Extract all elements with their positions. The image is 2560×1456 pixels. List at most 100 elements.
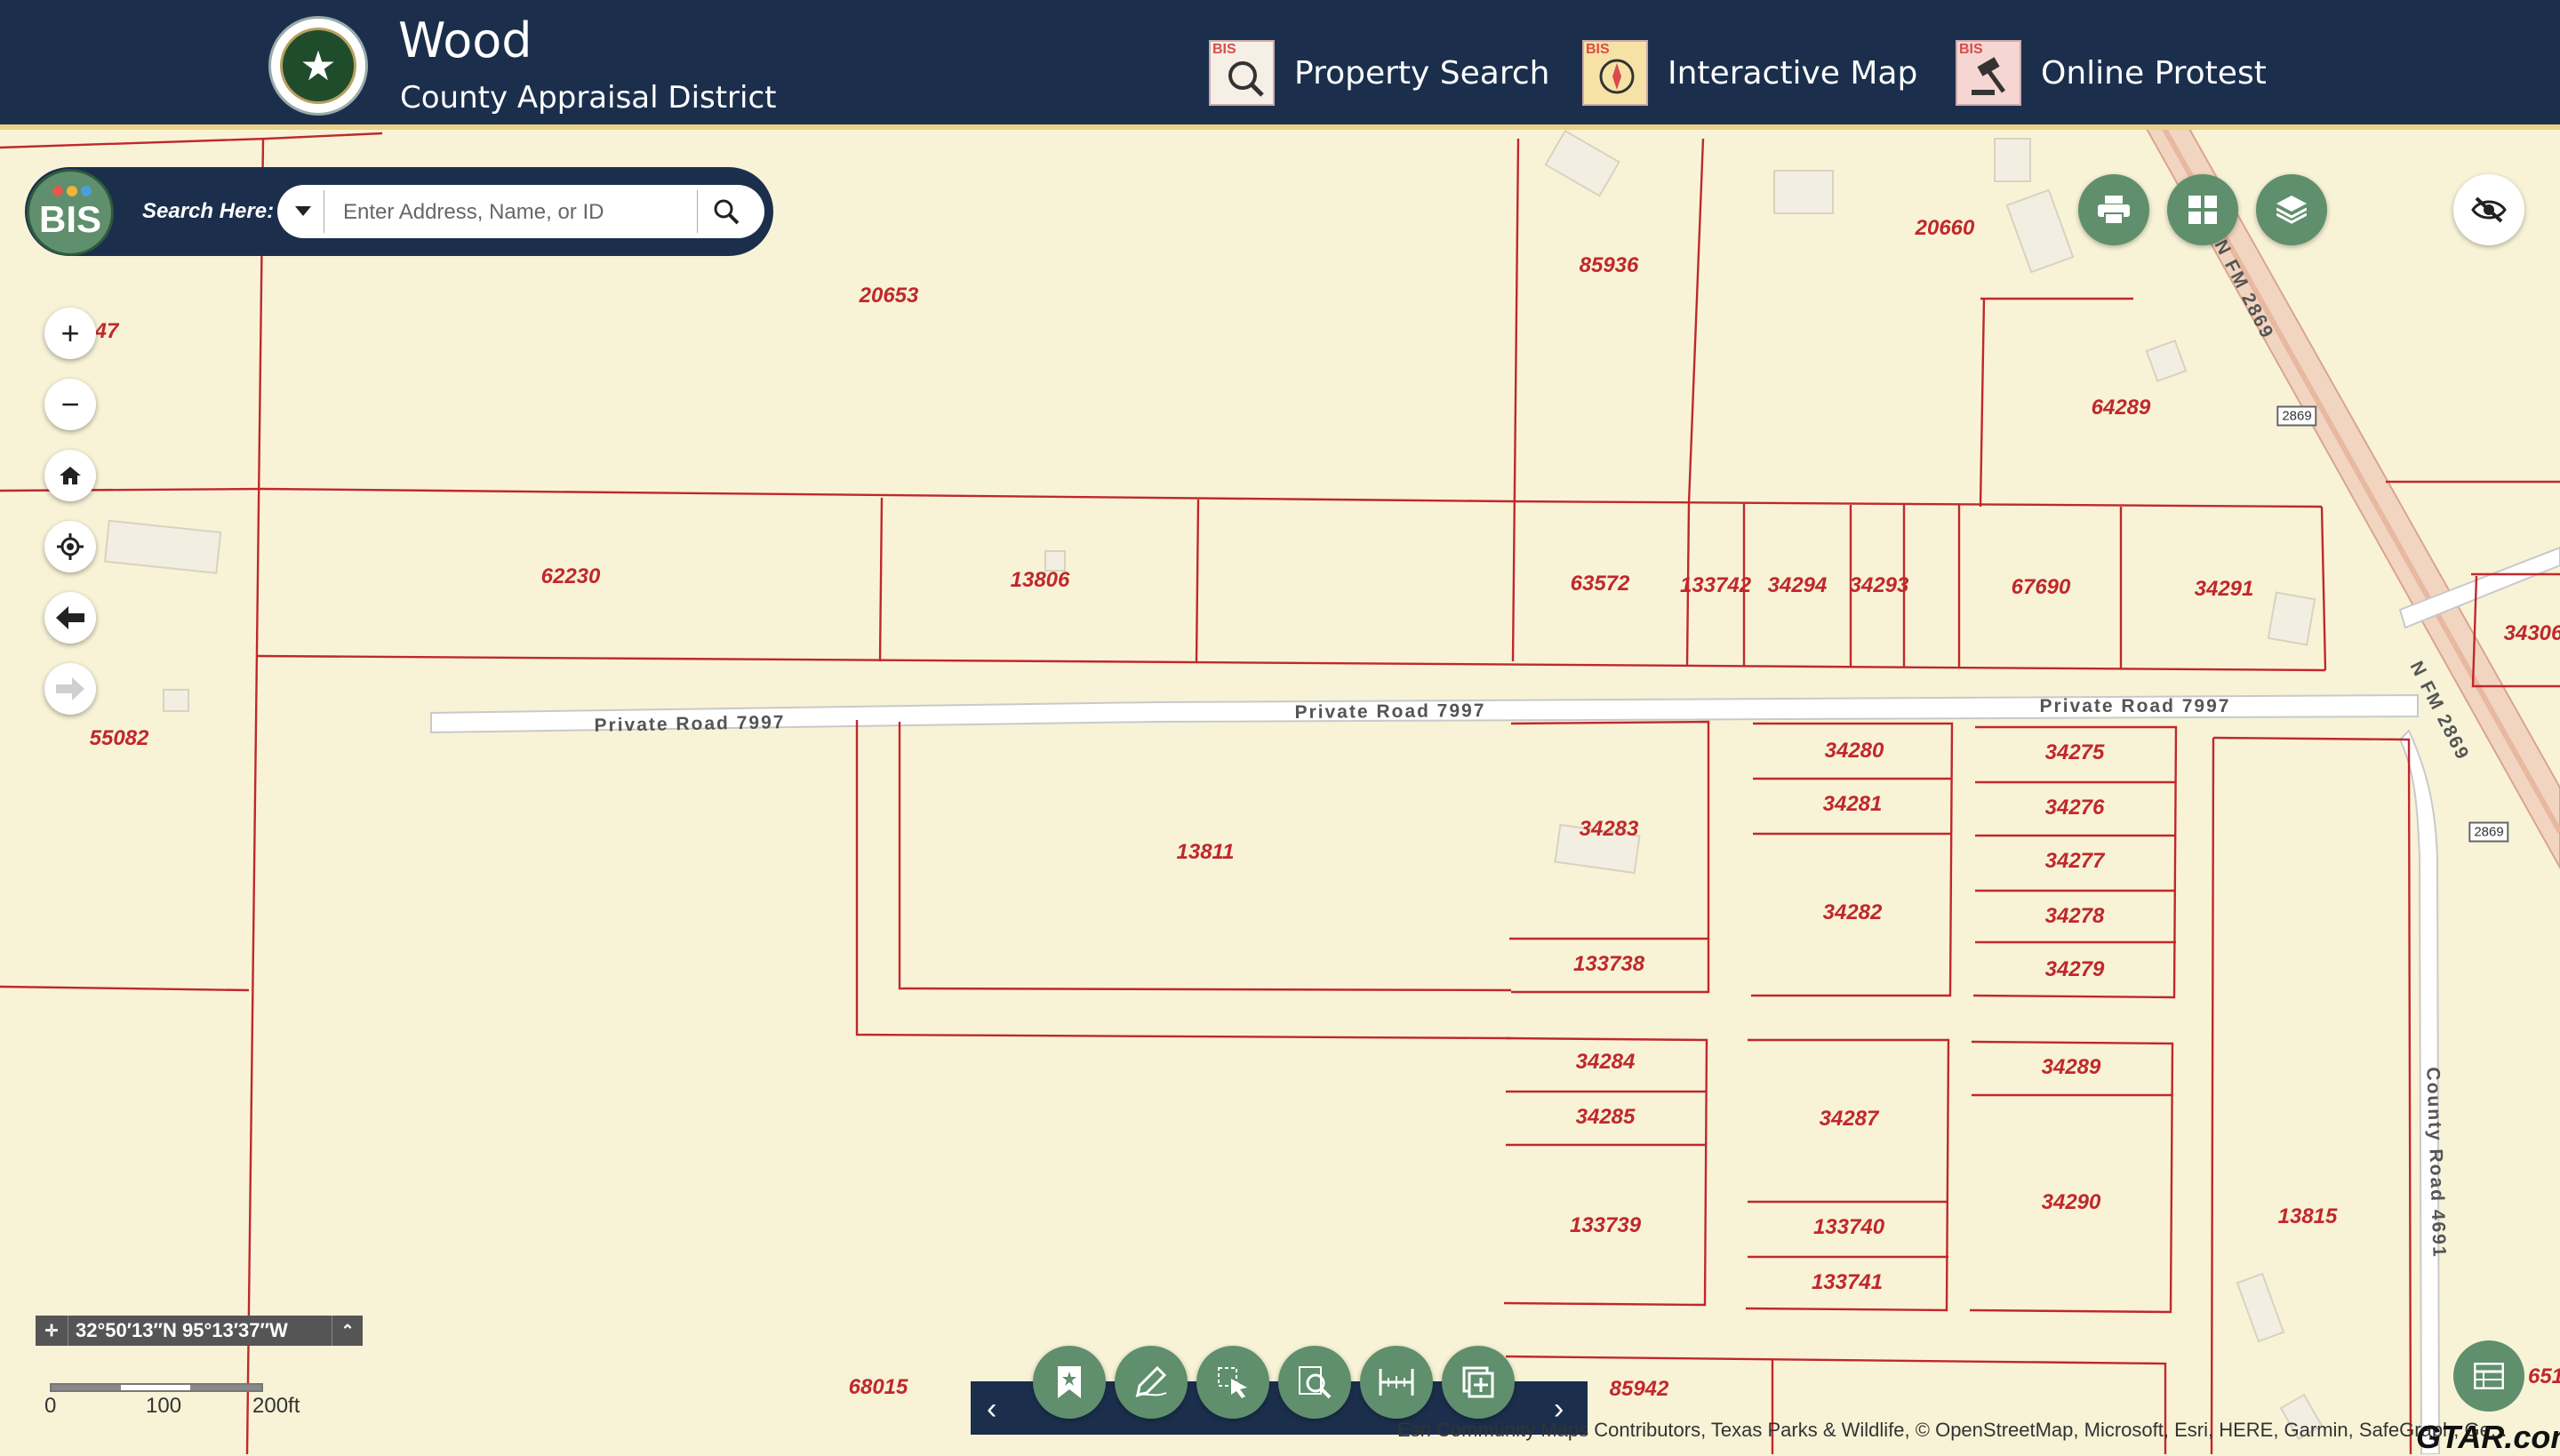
gavel-icon: BIS — [1956, 40, 2021, 106]
county-subtitle: County Appraisal District — [400, 80, 777, 116]
scale-label: 0 — [44, 1394, 57, 1418]
nav-interactive-map[interactable]: BIS Interactive Map — [1582, 39, 1917, 107]
search-button[interactable] — [697, 190, 755, 233]
parcel-label[interactable]: 34275 — [2045, 740, 2105, 765]
compass-icon: BIS — [1582, 40, 1648, 106]
chevron-up-icon[interactable]: ⌃ — [332, 1316, 363, 1346]
home-button[interactable] — [44, 450, 96, 501]
map-attribution: Esri Community Maps Contributors, Texas … — [1397, 1419, 2508, 1441]
next-extent-button[interactable] — [44, 663, 96, 715]
parcel-label[interactable]: 20660 — [1916, 216, 1975, 241]
identify-button[interactable] — [1278, 1346, 1351, 1419]
zoom-out-button[interactable]: − — [44, 379, 96, 430]
parcel-label[interactable]: 13806 — [1011, 568, 1070, 593]
hide-eye-icon — [2471, 196, 2507, 223]
nav-label: Interactive Map — [1668, 54, 1918, 92]
parcel-label[interactable]: 34294 — [1768, 573, 1828, 598]
parcel-label[interactable]: 85942 — [1610, 1377, 1669, 1402]
parcel-label[interactable]: 133742 — [1680, 573, 1751, 598]
parcel-label[interactable]: 20653 — [860, 284, 919, 308]
add-data-button[interactable] — [1442, 1346, 1515, 1419]
parcel-label[interactable]: 13811 — [1177, 840, 1235, 865]
parcel-label[interactable]: 34291 — [2195, 577, 2254, 602]
select-icon — [1218, 1367, 1247, 1398]
chevron-left-icon[interactable]: ‹ — [987, 1392, 996, 1427]
nav-label: Online Protest — [2041, 54, 2267, 92]
parcel-label[interactable]: 133738 — [1573, 952, 1644, 977]
chevron-down-icon — [295, 206, 311, 216]
texas-seal-icon[interactable]: ★ — [268, 16, 368, 116]
parcel-label[interactable]: 34282 — [1823, 900, 1883, 925]
basemap-grid-icon — [2188, 196, 2217, 224]
watermark: GTAR.com — [2416, 1419, 2560, 1455]
parcel-label[interactable]: 34276 — [2045, 796, 2105, 820]
zoom-in-icon: + — [60, 315, 80, 351]
parcel-label[interactable]: 67690 — [2012, 575, 2071, 600]
parcel-label[interactable]: 651 — [2528, 1364, 2560, 1389]
parcel-label[interactable]: 55082 — [90, 726, 149, 751]
parcel-label[interactable]: 133739 — [1570, 1213, 1641, 1238]
parcel-label[interactable]: 34306 — [2504, 621, 2560, 646]
parcel-label[interactable]: 34289 — [2042, 1055, 2101, 1080]
parcel-label[interactable]: 133741 — [1812, 1270, 1883, 1295]
draw-button[interactable] — [1115, 1346, 1188, 1419]
map-canvas[interactable]: 47 20653 85936 20660 64289 62230 13806 6… — [0, 130, 2560, 1454]
highway-shield: 2869 — [2276, 405, 2317, 427]
previous-extent-button[interactable] — [44, 592, 96, 644]
scale-bar — [50, 1383, 263, 1392]
toggle-ui-button[interactable] — [2453, 174, 2524, 245]
layers-icon — [2276, 196, 2307, 224]
coordinate-value: 32°50′13″N 95°13′37″W — [76, 1319, 288, 1341]
search-label: Search Here: — [142, 199, 275, 223]
parcel-label[interactable]: 85936 — [1580, 253, 1639, 278]
road-label: Private Road 7997 — [1294, 700, 1486, 723]
basemap-button[interactable] — [2167, 174, 2238, 245]
draw-icon — [1135, 1366, 1167, 1397]
bis-logo[interactable]: BIS — [27, 169, 114, 256]
parcel-label[interactable]: 34283 — [1580, 817, 1639, 842]
zoom-out-icon: − — [60, 386, 80, 422]
county-title: Wood — [398, 12, 532, 68]
parcel-label[interactable]: 34287 — [1820, 1107, 1879, 1132]
parcel-label[interactable]: 34278 — [2045, 904, 2105, 929]
search-icon — [714, 199, 740, 225]
parcel-label[interactable]: 34284 — [1576, 1050, 1636, 1075]
results-list-button[interactable] — [2453, 1340, 2524, 1412]
back-arrow-icon — [56, 606, 84, 629]
measure-button[interactable] — [1360, 1346, 1433, 1419]
bookmark-button[interactable] — [1033, 1346, 1106, 1419]
parcel-label[interactable]: 34280 — [1825, 739, 1884, 764]
zoom-in-button[interactable]: + — [44, 308, 96, 359]
search-input[interactable] — [341, 190, 692, 235]
parcel-label[interactable]: 133740 — [1813, 1215, 1884, 1240]
parcel-label[interactable]: 62230 — [541, 564, 601, 589]
parcel-label[interactable]: 47 — [95, 319, 119, 344]
layers-button[interactable] — [2256, 174, 2327, 245]
measure-icon — [1379, 1369, 1414, 1396]
coordinate-display[interactable]: ✛ 32°50′13″N 95°13′37″W ⌃ — [36, 1316, 363, 1346]
scale-label: 100 — [146, 1394, 182, 1418]
parcel-label[interactable]: 34277 — [2045, 849, 2105, 874]
nav-property-search[interactable]: BIS Property Search — [1209, 39, 1549, 107]
parcel-label[interactable]: 34279 — [2045, 957, 2105, 982]
highway-shield: 2869 — [2468, 821, 2509, 843]
locate-button[interactable] — [44, 521, 96, 572]
parcel-label[interactable]: 64289 — [2092, 396, 2151, 420]
table-list-icon — [2474, 1363, 2504, 1389]
nav-label: Property Search — [1294, 54, 1550, 92]
parcel-label[interactable]: 34281 — [1823, 792, 1883, 817]
parcel-label[interactable]: 34293 — [1850, 573, 1909, 598]
road-label: Private Road 7997 — [2039, 696, 2231, 716]
parcel-label[interactable]: 34290 — [2042, 1190, 2101, 1215]
home-icon — [60, 467, 81, 484]
search-type-dropdown[interactable] — [283, 190, 324, 233]
parcel-label[interactable]: 34285 — [1576, 1105, 1636, 1130]
crosshair-icon: ✛ — [36, 1316, 68, 1346]
parcel-label[interactable]: 13815 — [2278, 1204, 2338, 1229]
parcel-label[interactable]: 63572 — [1571, 572, 1630, 596]
select-button[interactable] — [1196, 1346, 1269, 1419]
app-header: ★ Wood County Appraisal District BIS Pro… — [0, 0, 2560, 130]
print-button[interactable] — [2078, 174, 2149, 245]
nav-online-protest[interactable]: BIS Online Protest — [1956, 39, 2267, 107]
parcel-label[interactable]: 68015 — [849, 1375, 908, 1400]
